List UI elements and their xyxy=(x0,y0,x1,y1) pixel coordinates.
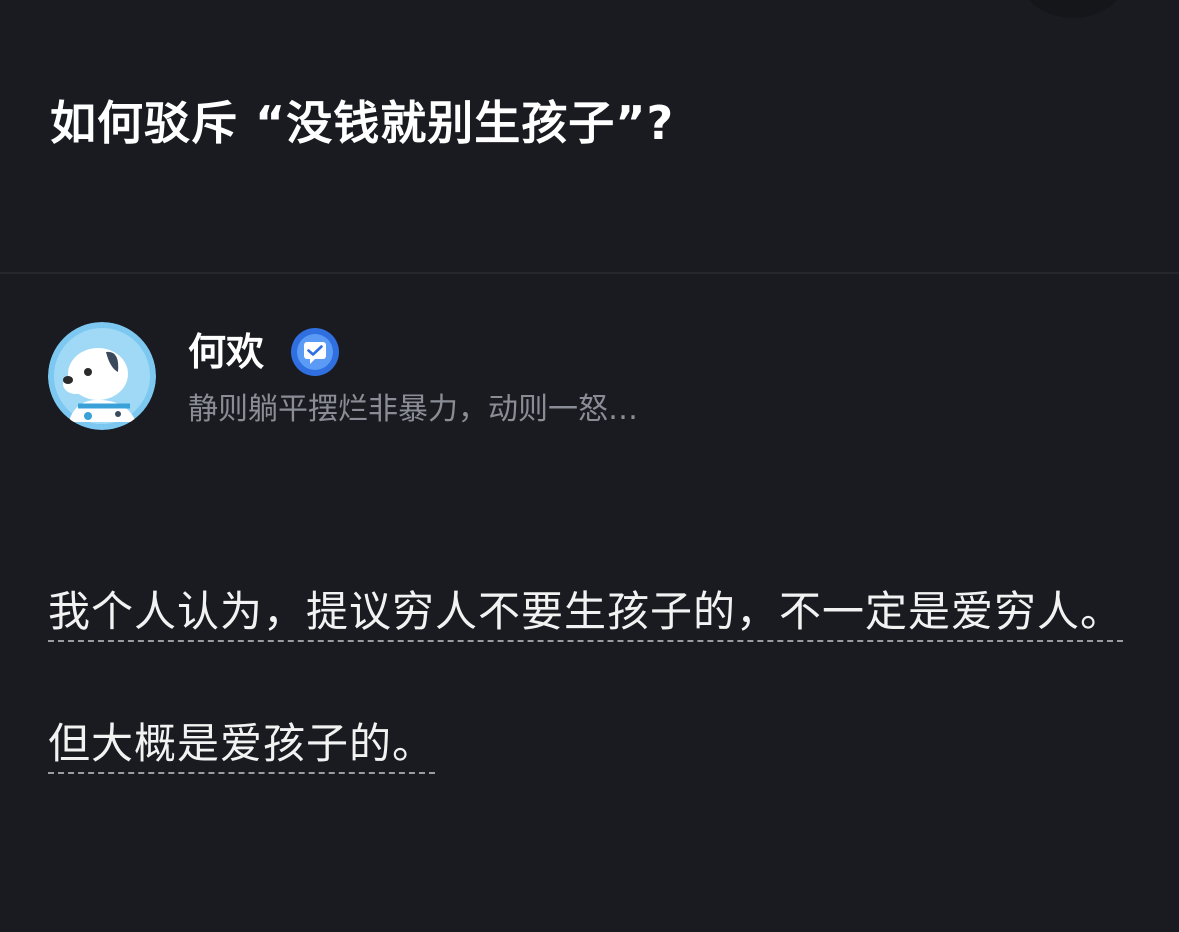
author-bio: 静则躺平摆烂非暴力，动则一怒… xyxy=(188,392,638,427)
answer-content: 我个人认为，提议穷人不要生孩子的，不一定是爱穷人。 但大概是爱孩子的。 xyxy=(48,572,1138,784)
top-avatar-edge xyxy=(1018,0,1128,18)
answer-paragraph[interactable]: 但大概是爱孩子的。 xyxy=(48,704,1138,784)
author-info: 何欢 静则躺平摆烂非暴力，动则一怒… xyxy=(48,322,1048,434)
divider xyxy=(0,272,1179,274)
avatar[interactable] xyxy=(48,322,156,430)
answer-paragraph[interactable]: 我个人认为，提议穷人不要生孩子的，不一定是爱穷人。 xyxy=(48,572,1138,652)
dog-avatar-icon xyxy=(48,322,156,430)
question-title[interactable]: 如何驳斥 “没钱就别生孩子”? xyxy=(50,88,674,158)
answer-paragraph-text: 但大概是爱孩子的。 xyxy=(48,719,436,768)
author-name[interactable]: 何欢 xyxy=(188,326,264,378)
verified-message-icon xyxy=(290,327,340,377)
answer-page: 如何驳斥 “没钱就别生孩子”? 何欢 静则躺平摆烂非暴力，动则一怒… 我个人认为… xyxy=(0,0,1179,932)
answer-paragraph-text: 我个人认为，提议穷人不要生孩子的，不一定是爱穷人。 xyxy=(48,587,1124,636)
